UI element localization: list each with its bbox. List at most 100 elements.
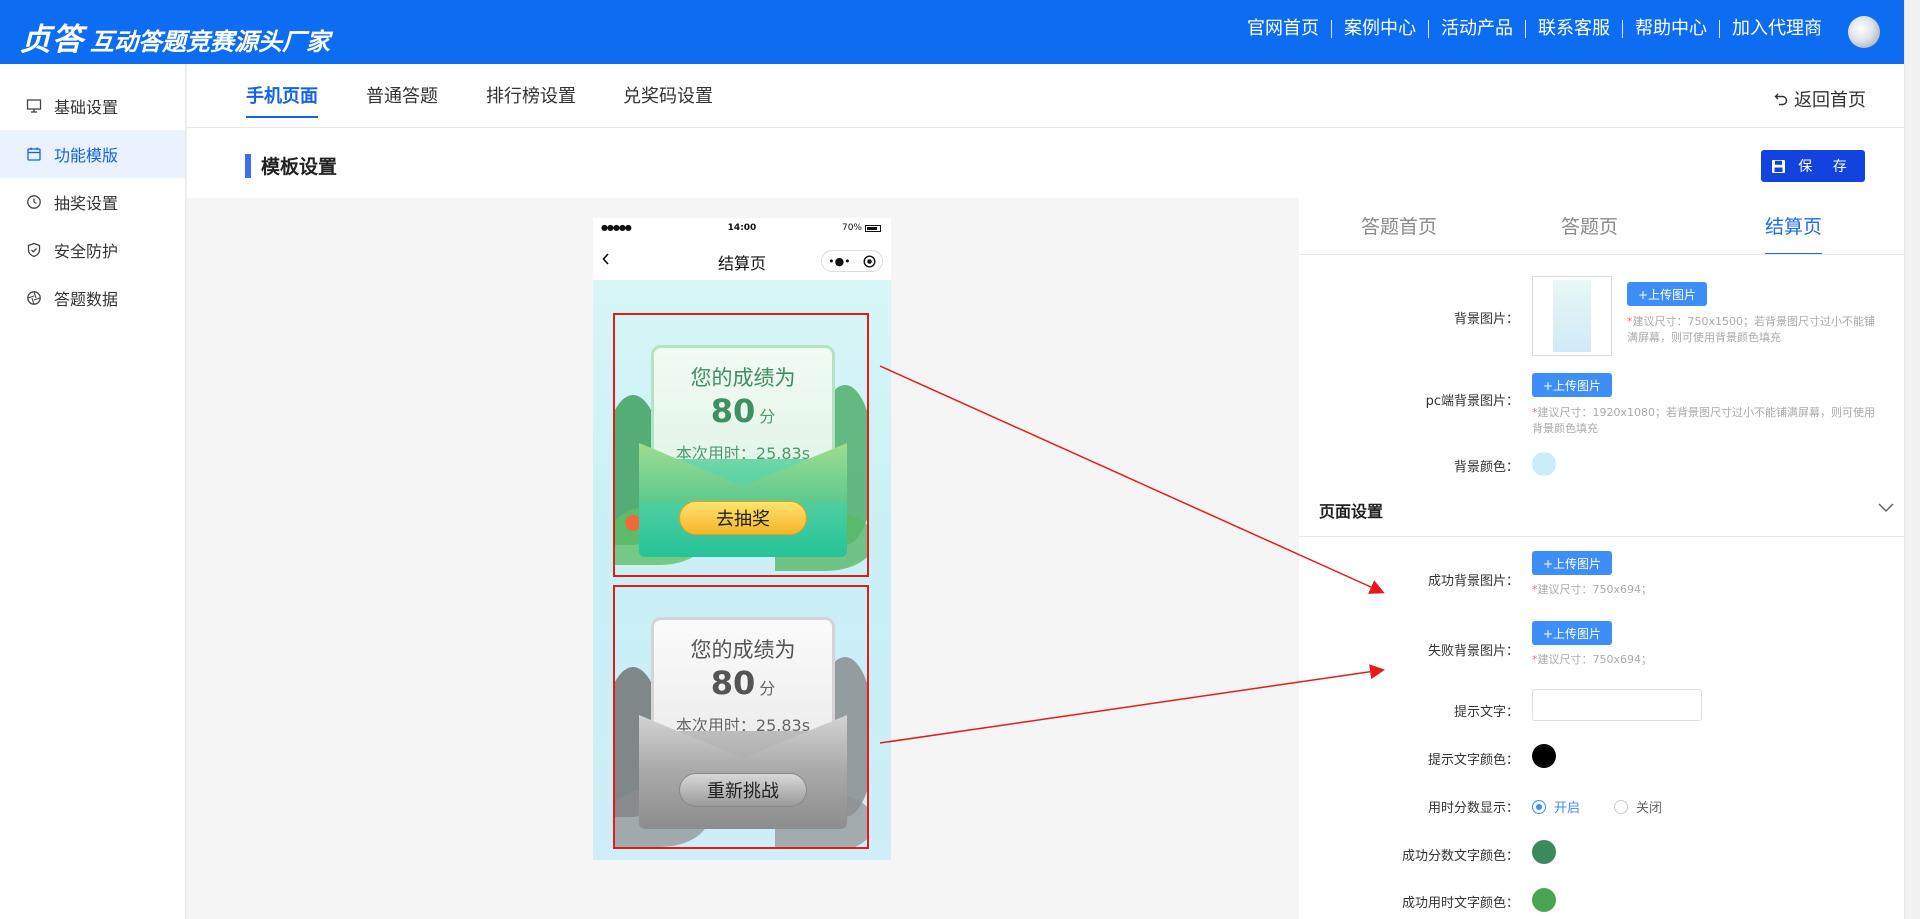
tip-text-input[interactable] xyxy=(1532,689,1702,721)
success-score-color-swatch[interactable] xyxy=(1532,840,1556,864)
vertical-scrollbar[interactable] xyxy=(1904,0,1920,919)
clock-icon xyxy=(27,195,41,209)
success-time-color-label: 成功用时文字颜色： xyxy=(1401,896,1519,911)
back-home-label: 返回首页 xyxy=(1794,90,1866,111)
retry-button[interactable]: 重新挑战 xyxy=(679,773,807,807)
section-header: 模板设置 xyxy=(245,152,337,179)
sidebar-item-security[interactable]: 安全防护 xyxy=(0,226,185,274)
fail-bg-upload-button[interactable]: +上传图片 xyxy=(1532,621,1612,645)
bg-image-preview xyxy=(1553,280,1591,352)
battery-percent: 70% xyxy=(841,223,862,233)
sidebar-item-label: 答题数据 xyxy=(54,290,119,309)
success-bg-hint: *建议尺寸：750x694； xyxy=(1532,582,1652,598)
score-title: 您的成绩为 xyxy=(690,638,796,662)
phone-nav-bar: 结算页 •●• xyxy=(593,238,891,278)
bg-image-hint-text: 建议尺寸：750x1500；若背景图尺寸过小不能铺满屏幕，则可使用背景颜色填充 xyxy=(1627,315,1875,344)
nav-products[interactable]: 活动产品 xyxy=(1428,20,1525,38)
fail-bg-hint: *建议尺寸：750x694； xyxy=(1532,652,1652,668)
aperture-icon xyxy=(27,291,41,305)
phone-mockup: ●●●●● 14:00 70% 结算页 •●• 您的成绩为 80 分 本次用时：… xyxy=(593,218,891,860)
tab-redeem-code[interactable]: 兑奖码设置 xyxy=(623,82,713,116)
success-score-color-label: 成功分数文字颜色： xyxy=(1401,849,1519,864)
radio-disable[interactable]: 关闭 xyxy=(1614,797,1662,816)
more-icon[interactable]: •●• xyxy=(828,255,851,268)
save-label: 保 存 xyxy=(1798,159,1855,175)
success-bg-label: 成功背景图片： xyxy=(1427,574,1519,589)
back-home-link[interactable]: 返回首页 xyxy=(1774,86,1866,112)
calendar-icon xyxy=(27,147,41,161)
radio-dot-icon xyxy=(1532,799,1546,814)
radio-disable-label: 关闭 xyxy=(1636,801,1663,816)
nav-agent[interactable]: 加入代理商 xyxy=(1719,20,1834,38)
success-time-color-swatch[interactable] xyxy=(1532,888,1556,912)
app-root: 贞答 互动答题竞赛源头厂家 官网首页 案例中心 活动产品 联系客服 帮助中心 加… xyxy=(0,0,1920,919)
tab-mobile-page[interactable]: 手机页面 xyxy=(246,82,318,118)
tab-normal-quiz[interactable]: 普通答题 xyxy=(366,82,438,116)
score-number: 80 xyxy=(710,664,756,702)
page-settings-title: 页面设置 xyxy=(1319,502,1384,521)
go-lottery-button[interactable]: 去抽奖 xyxy=(679,501,807,535)
mini-program-capsule[interactable]: •●• xyxy=(821,250,883,272)
sidebar: 基础设置 功能模版 抽奖设置 安全防护 答题数据 xyxy=(0,64,186,919)
pc-bg-hint: *建议尺寸：1920x1080；若背景图尺寸过小不能铺满屏幕，则可使用背景颜色填… xyxy=(1532,405,1882,437)
radio-enable[interactable]: 开启 xyxy=(1532,797,1580,816)
tip-text-label: 提示文字： xyxy=(1453,705,1519,720)
sidebar-item-data[interactable]: 答题数据 xyxy=(0,274,185,322)
tip-color-swatch[interactable] xyxy=(1532,744,1556,768)
sidebar-item-label: 安全防护 xyxy=(54,242,119,261)
panel-tab-quiz-page[interactable]: 答题页 xyxy=(1561,212,1618,253)
score-unit: 分 xyxy=(759,407,776,426)
radio-enable-label: 开启 xyxy=(1554,801,1581,816)
monitor-icon xyxy=(26,99,42,113)
logo-sub-text: 互动答题竞赛源头厂家 xyxy=(90,28,330,56)
sidebar-item-lottery[interactable]: 抽奖设置 xyxy=(0,178,185,226)
score-unit: 分 xyxy=(759,679,776,698)
bg-color-swatch[interactable] xyxy=(1532,452,1556,476)
score-number: 80 xyxy=(710,392,756,430)
fail-result-card[interactable]: 您的成绩为 80 分 本次用时：25.83s 重新挑战 xyxy=(613,585,869,849)
sidebar-item-label: 基础设置 xyxy=(54,98,119,117)
time-score-label: 用时分数显示： xyxy=(1427,801,1519,816)
success-result-card[interactable]: 您的成绩为 80 分 本次用时：25.83s 去抽奖 xyxy=(613,313,869,577)
bg-image-thumbnail[interactable] xyxy=(1532,276,1612,356)
fail-bg-label: 失败背景图片： xyxy=(1427,644,1519,659)
settings-panel: 答题首页 答题页 结算页 背景图片： +上传图片 *建议尺寸：750x1500；… xyxy=(1299,198,1904,919)
main-content: 手机页面 普通答题 排行榜设置 兑奖码设置 返回首页 模板设置 保 存 ●●●●… xyxy=(187,64,1904,919)
fail-bg-hint-text: 建议尺寸：750x694； xyxy=(1537,653,1653,666)
avatar[interactable] xyxy=(1848,16,1880,48)
tip-color-label: 提示文字颜色： xyxy=(1427,753,1519,768)
success-bg-hint-text: 建议尺寸：750x694； xyxy=(1537,583,1653,596)
nav-help[interactable]: 帮助中心 xyxy=(1622,20,1719,38)
radio-dot-icon xyxy=(1614,799,1628,814)
sidebar-item-label: 功能模版 xyxy=(54,146,119,165)
score-value: 80 分 xyxy=(654,392,832,430)
bg-image-hint: *建议尺寸：750x1500；若背景图尺寸过小不能铺满屏幕，则可使用背景颜色填充 xyxy=(1627,314,1877,346)
pc-bg-upload-button[interactable]: +上传图片 xyxy=(1532,373,1612,397)
bg-image-upload-button[interactable]: +上传图片 xyxy=(1627,282,1707,306)
sidebar-item-basic[interactable]: 基础设置 xyxy=(0,82,185,130)
close-target-icon[interactable] xyxy=(863,254,876,268)
nav-support[interactable]: 联系客服 xyxy=(1525,20,1622,38)
sidebar-item-templates[interactable]: 功能模版 xyxy=(0,130,185,178)
section-title: 模板设置 xyxy=(261,156,338,178)
panel-tabs-divider xyxy=(1299,254,1904,255)
success-bg-upload-button[interactable]: +上传图片 xyxy=(1532,551,1612,575)
panel-tab-settlement[interactable]: 结算页 xyxy=(1765,212,1823,255)
top-bar: 贞答 互动答题竞赛源头厂家 官网首页 案例中心 活动产品 联系客服 帮助中心 加… xyxy=(0,0,1904,64)
pc-bg-hint-text: 建议尺寸：1920x1080；若背景图尺寸过小不能铺满屏幕，则可使用背景颜色填充 xyxy=(1532,406,1875,435)
nav-cases[interactable]: 案例中心 xyxy=(1331,20,1428,38)
sidebar-item-label: 抽奖设置 xyxy=(54,194,119,213)
group-divider xyxy=(1299,536,1904,537)
page-tabs: 手机页面 普通答题 排行榜设置 兑奖码设置 返回首页 xyxy=(187,64,1904,128)
save-icon xyxy=(1772,159,1786,173)
nav-home[interactable]: 官网首页 xyxy=(1235,20,1331,38)
phone-status-bar: ●●●●● 14:00 70% xyxy=(593,218,891,238)
tab-leaderboard[interactable]: 排行榜设置 xyxy=(486,82,576,116)
save-button[interactable]: 保 存 xyxy=(1761,150,1865,182)
logo[interactable]: 贞答 互动答题竞赛源头厂家 xyxy=(20,14,330,59)
chevron-down-icon[interactable] xyxy=(1877,502,1895,514)
score-title: 您的成绩为 xyxy=(690,366,796,390)
panel-tab-quiz-home[interactable]: 答题首页 xyxy=(1361,212,1437,253)
bg-image-label: 背景图片： xyxy=(1453,312,1519,327)
battery-indicator: 70% xyxy=(842,223,881,233)
